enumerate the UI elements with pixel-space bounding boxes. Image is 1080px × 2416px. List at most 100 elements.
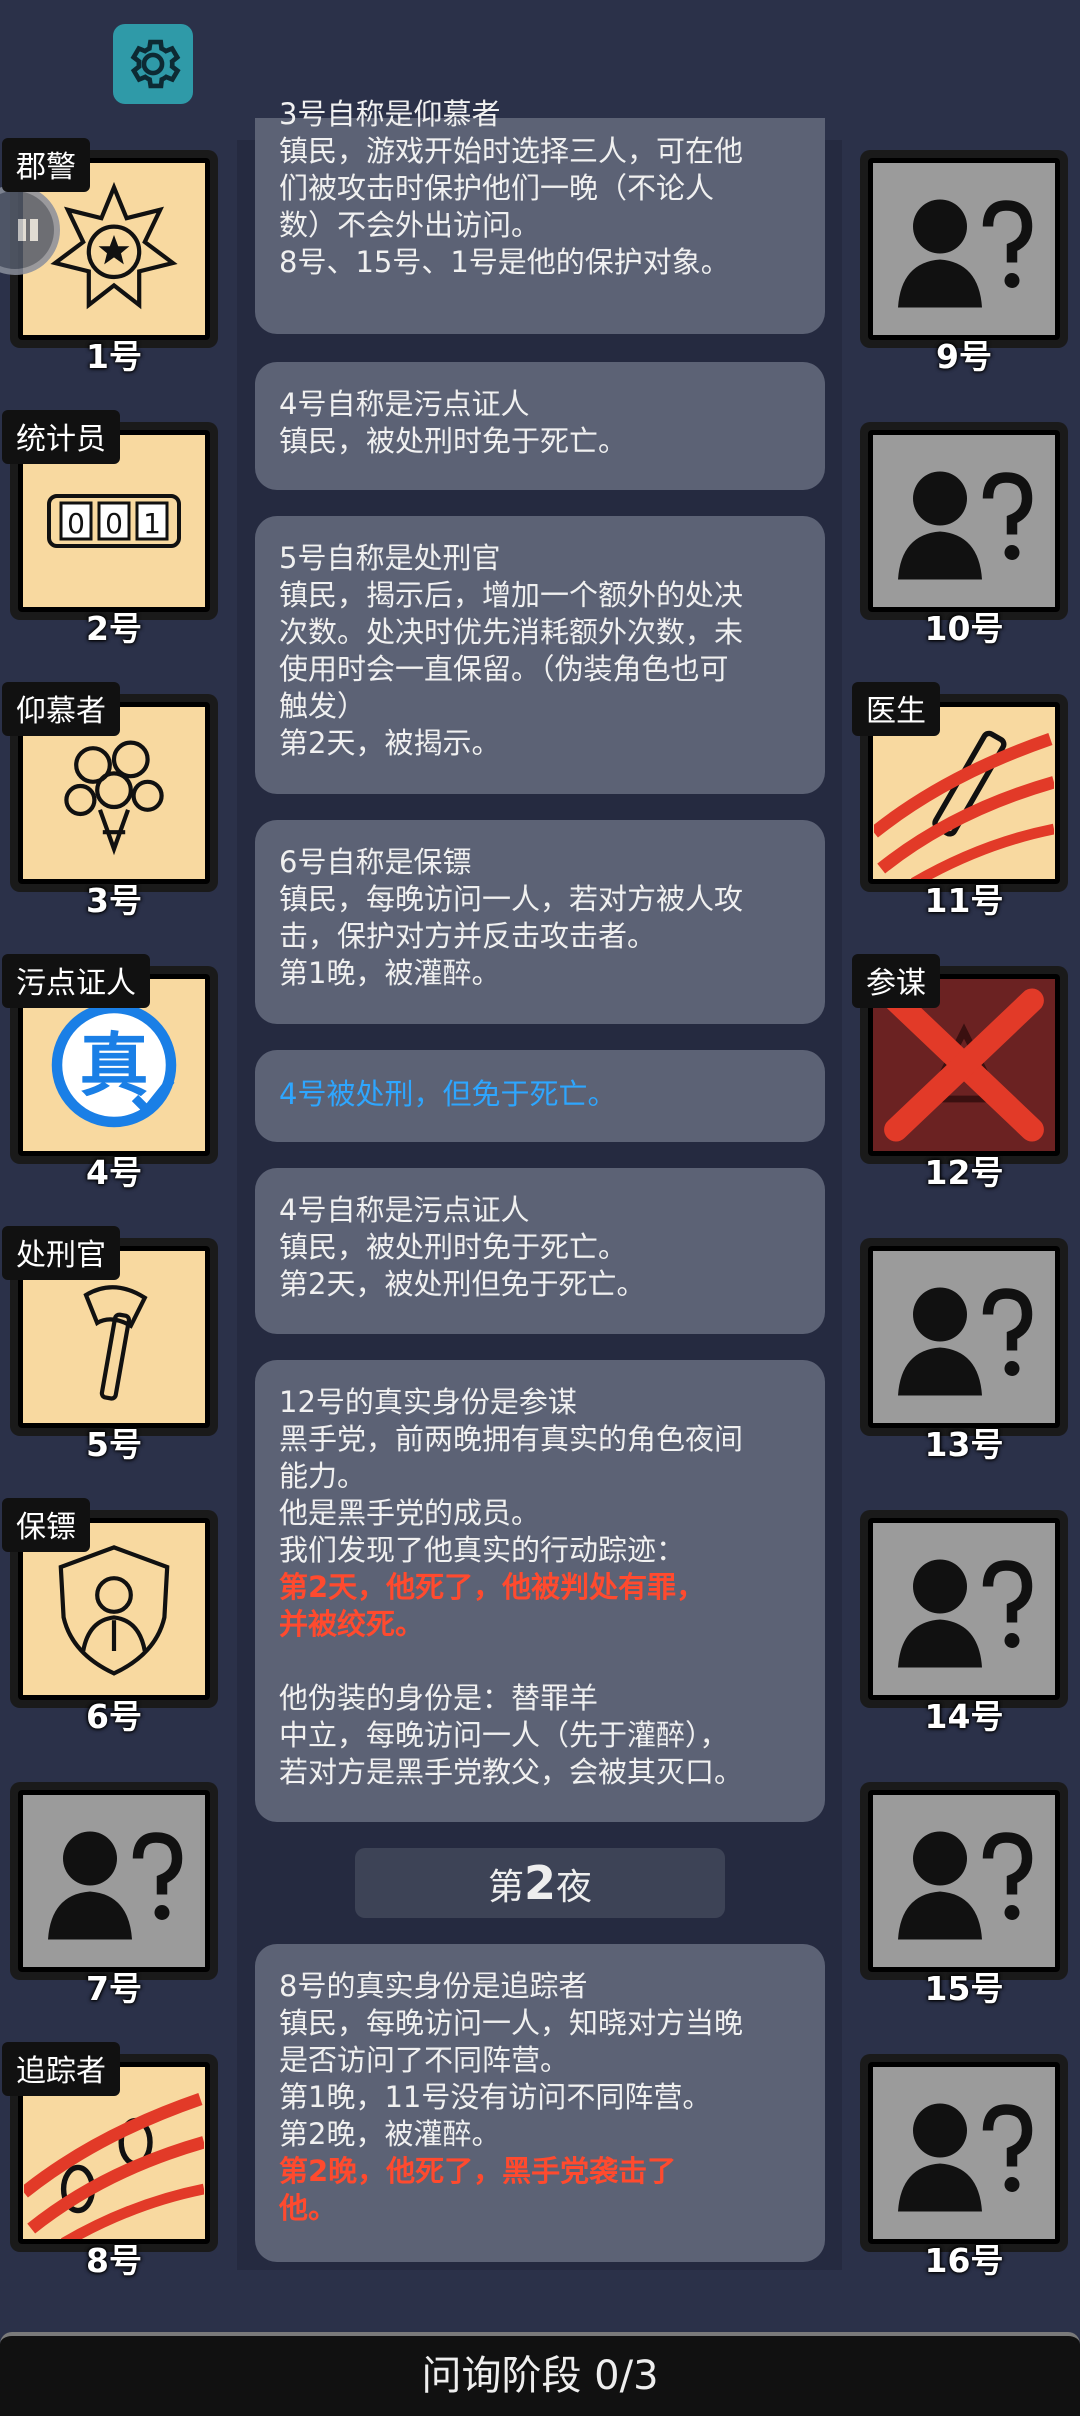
player-card-16[interactable]: 16号 <box>860 2044 1068 2280</box>
message-line: 并被绞死。 <box>279 1607 425 1641</box>
night-number: 2 <box>523 1856 556 1910</box>
player-number: 6号 <box>86 1697 142 1736</box>
settings-button[interactable] <box>113 24 193 104</box>
unknown-person-icon <box>898 471 1033 580</box>
bodyguard-shield-icon <box>58 1545 170 1676</box>
player-number: 5号 <box>86 1425 142 1464</box>
message-line: 第2天，被处刑但免于死亡。 <box>279 1267 646 1301</box>
true-stamp-icon: 真 <box>51 1002 177 1128</box>
svg-text:0: 0 <box>105 507 123 540</box>
message-line: 镇民，游戏开始时选择三人，可在他 <box>279 134 744 168</box>
message-line: 击，保护对方并反击攻击者。 <box>279 919 657 953</box>
message-line: 3号自称是仰慕者 <box>279 97 501 131</box>
message-line: 中立，每晚访问一人（先于灌醉）， <box>279 1718 729 1752</box>
message-line: 次数。处决时优先消耗额外次数，未 <box>279 615 744 649</box>
message-line: 镇民，被处刑时免于死亡。 <box>279 424 628 458</box>
player-card-5[interactable]: 处刑官 5号 <box>2 1226 218 1464</box>
player-card-15[interactable]: 15号 <box>860 1772 1068 2008</box>
message-line: 4号自称是污点证人 <box>279 1193 530 1227</box>
unknown-person-icon <box>898 1831 1033 1940</box>
message-bubble: 8号的真实身份是追踪者 镇民，每晚访问一人，知晓对方当晚 是否访问了不同阵营。 … <box>255 1944 825 2262</box>
message-line: 镇民，每晚访问一人，知晓对方当晚 <box>279 2006 744 2040</box>
player-tile <box>860 2054 1068 2252</box>
stamp-text: 真 <box>80 1026 149 1106</box>
message-line: 第1晚，被灌醉。 <box>279 956 501 990</box>
phase-bar: 问询阶段 0/3 <box>0 2332 1080 2416</box>
night-prefix: 第 <box>487 1867 524 1908</box>
player-number: 7号 <box>86 1969 142 2008</box>
night-divider: 第2夜 <box>355 1848 725 1918</box>
message-line: 4号自称是污点证人 <box>279 387 530 421</box>
axe-icon <box>83 1285 148 1401</box>
message-line: 数）不会外出访问。 <box>279 208 541 242</box>
role-tag: 污点证人 <box>2 954 150 1008</box>
message-bubble: 4号自称是污点证人 镇民，被处刑时免于死亡。 第2天，被处刑但免于死亡。 <box>255 1168 825 1334</box>
message-line: 能力。 <box>279 1459 367 1493</box>
message-line: 8号、15号、1号是他的保护对象。 <box>279 245 730 279</box>
message-line: 他伪装的身份是：替罪羊 <box>279 1681 599 1715</box>
player-tile <box>860 1510 1068 1708</box>
phase-label: 问询阶段 0/3 <box>421 2353 659 2399</box>
player-number: 11号 <box>924 881 1004 920</box>
player-tile <box>860 422 1068 620</box>
player-tile <box>10 1782 218 1980</box>
message-line: 5号自称是处刑官 <box>279 541 501 575</box>
message-line: 使用时会一直保留。（伪装角色也可 <box>279 652 729 686</box>
player-number: 12号 <box>924 1153 1004 1192</box>
player-card-4[interactable]: 污点证人 真 4号 <box>2 954 218 1192</box>
message-line: 6号自称是保镖 <box>279 845 472 879</box>
message-line: 们被攻击时保护他们一晚（不论人 <box>279 171 715 205</box>
unknown-person-icon <box>898 1559 1033 1668</box>
player-card-12[interactable]: 参谋 12号 <box>852 954 1068 1192</box>
message-line: 镇民，揭示后，增加一个额外的处决 <box>279 578 744 612</box>
rose-bouquet-icon <box>64 740 164 856</box>
player-card-2[interactable]: 统计员 001 2号 <box>2 410 218 648</box>
unknown-person-icon <box>898 2103 1033 2212</box>
message-line: 黑手党，前两晚拥有真实的角色夜间 <box>279 1422 744 1456</box>
player-number: 16号 <box>924 2241 1004 2280</box>
player-card-10[interactable]: 10号 <box>860 412 1068 648</box>
player-tile <box>860 1782 1068 1980</box>
player-number: 8号 <box>86 2241 142 2280</box>
player-number: 15号 <box>924 1969 1004 2008</box>
message-line: 他。 <box>279 2191 338 2225</box>
role-tag: 处刑官 <box>2 1226 120 1280</box>
message-line: 若对方是黑手党教父，会被其灭口。 <box>279 1755 744 1789</box>
message-line: 第1晚，11号没有访问不同阵营。 <box>279 2080 712 2114</box>
message-bubble: 3号自称是仰慕者 镇民，游戏开始时选择三人，可在他 们被攻击时保护他们一晚（不论… <box>255 97 825 334</box>
message-bubble: 4号自称是污点证人 镇民，被处刑时免于死亡。 <box>255 362 825 490</box>
message-line: 镇民，被处刑时免于死亡。 <box>279 1230 628 1264</box>
message-line: 第2晚，被灌醉。 <box>279 2117 501 2151</box>
player-number: 13号 <box>924 1425 1004 1464</box>
player-card-11[interactable]: 医生 11号 <box>852 682 1068 920</box>
svg-text:1: 1 <box>143 507 161 540</box>
player-card-13[interactable]: 13号 <box>860 1228 1068 1464</box>
player-tile <box>860 150 1068 348</box>
player-number: 10号 <box>924 609 1004 648</box>
role-tag: 追踪者 <box>2 2042 120 2096</box>
message-line: 镇民，每晚访问一人，若对方被人攻 <box>279 882 744 916</box>
player-card-9[interactable]: 9号 <box>860 140 1068 376</box>
player-number: 2号 <box>86 609 142 648</box>
player-number: 4号 <box>86 1153 142 1192</box>
night-suffix: 夜 <box>556 1867 593 1908</box>
player-tile <box>860 1238 1068 1436</box>
player-card-3[interactable]: 仰慕者 3号 <box>2 682 218 920</box>
role-tag: 参谋 <box>852 954 940 1008</box>
message-line: 8号的真实身份是追踪者 <box>279 1969 588 2003</box>
role-tag: 郡警 <box>2 138 90 192</box>
unknown-person-icon <box>898 1287 1033 1396</box>
player-card-14[interactable]: 14号 <box>860 1500 1068 1736</box>
player-number: 3号 <box>86 881 142 920</box>
message-line: 12号的真实身份是参谋 <box>279 1385 577 1419</box>
unknown-person-icon <box>48 1831 183 1940</box>
role-tag: 仰慕者 <box>2 682 120 736</box>
svg-text:0: 0 <box>67 507 85 540</box>
message-line: 触发） <box>279 689 367 723</box>
unknown-person-icon <box>898 199 1033 308</box>
player-card-8[interactable]: 追踪者 8号 <box>2 2042 218 2280</box>
counter-001-icon: 001 <box>47 494 181 548</box>
message-line: 是否访问了不同阵营。 <box>279 2043 570 2077</box>
player-card-7[interactable]: 7号 <box>10 1772 218 2008</box>
player-card-6[interactable]: 保镖 6号 <box>2 1498 218 1736</box>
